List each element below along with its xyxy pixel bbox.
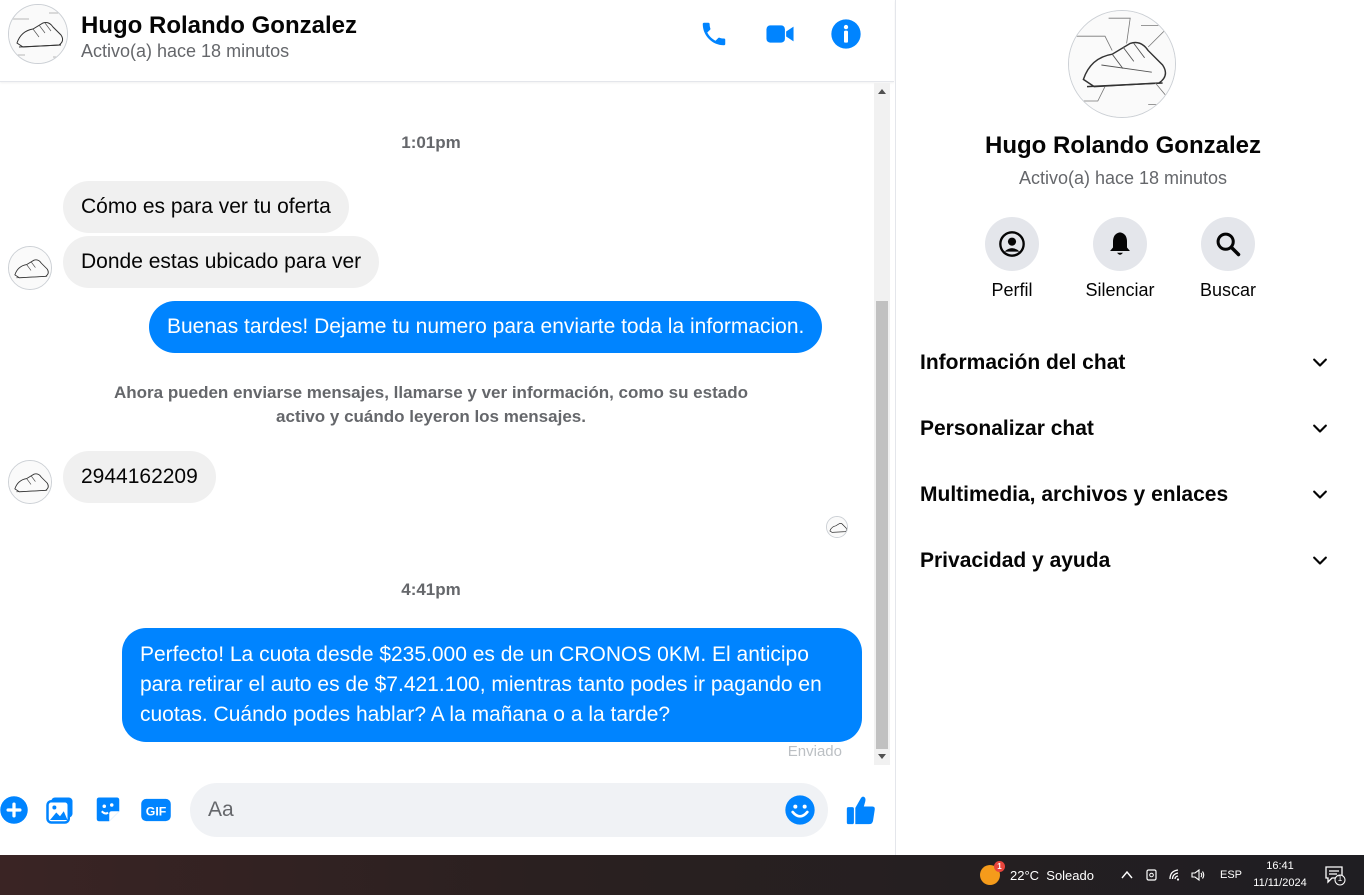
phone-icon <box>702 22 726 46</box>
meet-tray-button[interactable] <box>1144 855 1160 895</box>
incoming-message[interactable]: Cómo es para ver tu oferta <box>63 181 349 233</box>
clock-time: 16:41 <box>1266 860 1294 872</box>
chevron-up-icon <box>1121 870 1133 879</box>
shoe-sketch-image <box>9 5 67 63</box>
weather-badge: 1 <box>994 861 1005 872</box>
contact-name[interactable]: Hugo Rolando Gonzalez <box>81 12 357 40</box>
shoe-sketch-image <box>9 461 51 503</box>
clock-date: 11/11/2024 <box>1253 877 1307 889</box>
section-privacy-help[interactable]: Privacidad y ayuda <box>920 541 1330 581</box>
sender-avatar[interactable] <box>8 246 52 290</box>
sun-icon: 1 <box>980 861 1005 885</box>
attach-photo-button[interactable] <box>44 794 76 826</box>
sticker-icon <box>96 797 120 822</box>
notification-center-button[interactable]: 1 <box>1324 855 1346 895</box>
chevron-down-icon <box>1313 358 1327 367</box>
gif-icon: GIF <box>141 798 171 822</box>
shoe-sketch-image <box>1069 11 1175 117</box>
outgoing-message[interactable]: Perfecto! La cuota desde $235.000 es de … <box>122 628 862 742</box>
chevron-down-icon <box>1313 556 1327 565</box>
info-icon <box>831 19 861 49</box>
system-notice: Ahora pueden enviarse mensajes, llamarse… <box>114 383 748 426</box>
chat-pane: Hugo Rolando Gonzalez Activo(a) hace 18 … <box>0 0 894 855</box>
emoji-button[interactable] <box>784 794 816 826</box>
contact-status: Activo(a) hace 18 minutos <box>81 41 290 61</box>
video-camera-icon <box>766 25 794 43</box>
weather-widget[interactable]: 1 22°C Soleado <box>980 855 1094 895</box>
gif-button[interactable]: GIF <box>140 794 172 826</box>
bell-icon <box>1110 232 1130 255</box>
shoe-sketch-image <box>9 247 51 289</box>
chevron-down-icon <box>1313 490 1327 499</box>
section-title: Personalizar chat <box>920 417 1094 440</box>
seen-receipt-avatar <box>826 516 848 538</box>
profile-label: Perfil <box>991 280 1033 300</box>
plus-icon <box>0 796 28 824</box>
info-contact-status: Activo(a) hace 18 minutos <box>1018 168 1228 188</box>
search-button-circle <box>1201 217 1255 271</box>
svg-text:GIF: GIF <box>146 805 167 819</box>
mute-label: Silenciar <box>1085 280 1155 300</box>
mute-button[interactable]: Silenciar <box>1070 217 1170 301</box>
incoming-message[interactable]: Donde estas ubicado para ver <box>63 236 380 288</box>
info-button[interactable] <box>828 16 864 52</box>
message-composer: GIF <box>0 765 894 855</box>
profile-icon <box>999 231 1025 257</box>
more-actions-button[interactable] <box>0 794 30 826</box>
search-label: Buscar <box>1199 280 1257 300</box>
incoming-message[interactable]: 2944162209 <box>63 451 216 503</box>
profile-picture[interactable] <box>1068 10 1176 118</box>
call-button[interactable] <box>696 16 732 52</box>
show-hidden-icons-button[interactable] <box>1120 855 1134 895</box>
windows-taskbar: 1 22°C Soleado ESP 16:41 11/11/2024 1 <box>0 855 1364 895</box>
message-input-box[interactable] <box>190 783 828 837</box>
speaker-icon <box>1191 868 1205 882</box>
system-clock[interactable]: 16:41 11/11/2024 <box>1246 858 1314 892</box>
section-title: Privacidad y ayuda <box>920 549 1111 572</box>
photo-icon <box>46 797 73 824</box>
profile-button[interactable]: Perfil <box>962 217 1062 301</box>
video-call-button[interactable] <box>762 16 798 52</box>
like-button[interactable] <box>843 792 879 828</box>
chat-header: Hugo Rolando Gonzalez Activo(a) hace 18 … <box>0 0 894 82</box>
info-panel-scrollbar[interactable] <box>1349 0 1364 855</box>
search-icon <box>1216 232 1241 257</box>
message-list[interactable]: 1:01pm Cómo es para ver tu oferta Donde … <box>0 83 874 765</box>
weather-text: 22°C Soleado <box>1010 867 1094 883</box>
section-title: Información del chat <box>920 351 1126 374</box>
timestamp: 4:41pm <box>401 580 461 599</box>
notification-count: 1 <box>1337 874 1343 883</box>
volume-button[interactable] <box>1190 855 1206 895</box>
scroll-down-arrow-icon[interactable] <box>878 754 886 759</box>
emoji-icon <box>785 795 815 825</box>
profile-button-circle <box>985 217 1039 271</box>
shoe-sketch-image <box>827 517 847 537</box>
timestamp: 1:01pm <box>401 133 461 152</box>
section-customize-chat[interactable]: Personalizar chat <box>920 409 1330 449</box>
scrollbar-thumb[interactable] <box>876 301 888 749</box>
message-input[interactable] <box>208 783 778 837</box>
wifi-icon <box>1169 869 1180 881</box>
like-icon <box>846 796 875 825</box>
mute-button-circle <box>1093 217 1147 271</box>
section-media-files-links[interactable]: Multimedia, archivos y enlaces <box>920 475 1330 515</box>
section-chat-info[interactable]: Información del chat <box>920 343 1330 383</box>
info-contact-name: Hugo Rolando Gonzalez <box>985 132 1261 159</box>
camera-tray-icon <box>1146 869 1157 881</box>
outgoing-message[interactable]: Buenas tardes! Dejame tu numero para env… <box>149 301 823 353</box>
sender-avatar[interactable] <box>8 460 52 504</box>
contact-avatar[interactable] <box>8 4 68 64</box>
conversation-info-panel: Hugo Rolando Gonzalez Activo(a) hace 18 … <box>895 0 1349 855</box>
input-language[interactable]: ESP <box>1220 855 1242 895</box>
search-in-chat-button[interactable]: Buscar <box>1178 217 1278 301</box>
message-scrollbar[interactable] <box>874 83 890 765</box>
scroll-up-arrow-icon[interactable] <box>878 89 886 94</box>
chevron-down-icon <box>1313 424 1327 433</box>
section-title: Multimedia, archivos y enlaces <box>920 483 1229 506</box>
sent-status: Enviado <box>787 743 842 760</box>
wifi-button[interactable] <box>1168 855 1184 895</box>
sticker-button[interactable] <box>92 794 124 826</box>
